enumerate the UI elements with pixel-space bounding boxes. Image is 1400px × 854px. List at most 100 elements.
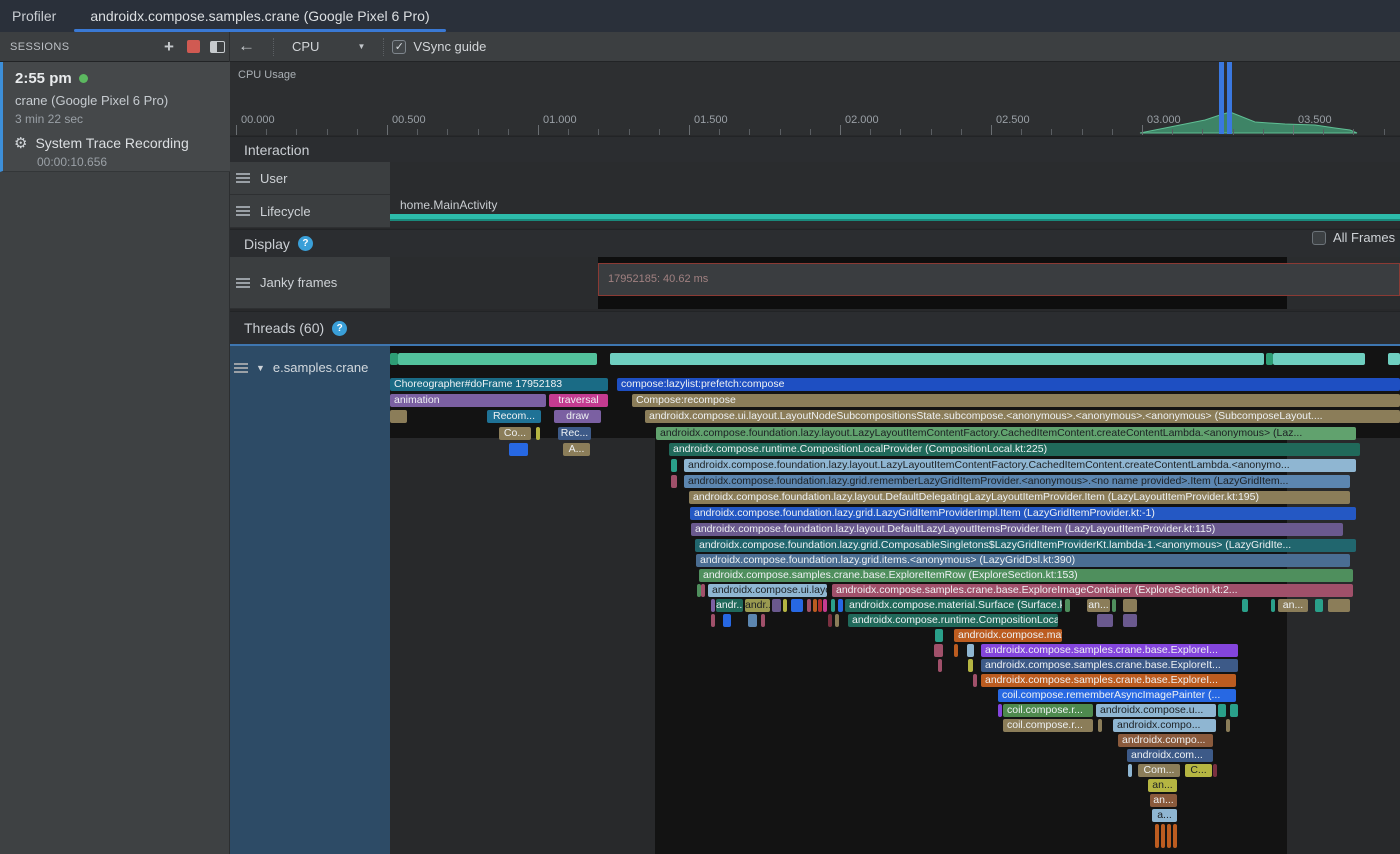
- trace-span[interactable]: [818, 599, 822, 612]
- trace-span[interactable]: coil.compose.r...: [1003, 719, 1093, 732]
- trace-span[interactable]: compose:lazylist:prefetch:compose: [617, 378, 1400, 391]
- stop-recording-button[interactable]: [181, 35, 205, 59]
- trace-span[interactable]: [1065, 599, 1070, 612]
- trace-span[interactable]: androidx.compose.foundation.lazy.layout.…: [656, 427, 1356, 440]
- janky-frames-track-label[interactable]: Janky frames: [230, 257, 390, 309]
- trace-span[interactable]: Compose:recompose: [632, 394, 1400, 407]
- trace-span[interactable]: [1388, 353, 1400, 365]
- trace-span[interactable]: [1213, 764, 1217, 777]
- trace-span[interactable]: androidx.compose.u...: [1096, 704, 1216, 717]
- flame-chart[interactable]: Choreographer#doFrame 17952183 compose:la…: [390, 346, 1400, 854]
- trace-span[interactable]: traversal: [549, 394, 608, 407]
- trace-span[interactable]: [967, 644, 974, 657]
- trace-span[interactable]: androidx.compose.samples.crane.base.Expl…: [981, 659, 1238, 672]
- vsync-guide-toggle[interactable]: ✓ VSync guide: [392, 39, 486, 54]
- trace-span[interactable]: Co...: [499, 427, 531, 440]
- trace-span[interactable]: Rec...: [558, 427, 591, 440]
- trace-span[interactable]: [1128, 764, 1132, 777]
- trace-span[interactable]: [1266, 353, 1273, 365]
- trace-span[interactable]: [1112, 599, 1116, 612]
- trace-span[interactable]: [813, 599, 817, 612]
- help-icon[interactable]: ?: [298, 236, 313, 251]
- trace-span[interactable]: [1167, 824, 1171, 848]
- trace-span[interactable]: [968, 659, 973, 672]
- drag-handle-icon[interactable]: [236, 278, 250, 288]
- trace-span[interactable]: an...: [1150, 794, 1177, 807]
- trace-span[interactable]: Choreographer#doFrame 17952183: [390, 378, 608, 391]
- trace-span[interactable]: [838, 599, 843, 612]
- trace-span[interactable]: [783, 599, 787, 612]
- trace-span[interactable]: [831, 599, 835, 612]
- trace-span[interactable]: androidx.compose.ui.layout.LayoutNodeSub…: [645, 410, 1400, 423]
- trace-span[interactable]: coil.compose.rememberAsyncImagePainter (…: [998, 689, 1236, 702]
- trace-span[interactable]: androidx.compose.samples.crane.base.Expl…: [832, 584, 1353, 597]
- trace-span[interactable]: [509, 443, 528, 456]
- trace-span[interactable]: androidx.compose.samples.crane.base.Expl…: [981, 674, 1236, 687]
- thread-row-label[interactable]: ▼ e.samples.crane: [230, 346, 390, 854]
- all-frames-toggle[interactable]: ✓ All Frames: [1312, 230, 1395, 245]
- lifecycle-activity-bar[interactable]: [390, 214, 1400, 221]
- trace-span[interactable]: [711, 614, 715, 627]
- trace-span[interactable]: an...: [1087, 599, 1110, 612]
- trace-span[interactable]: [748, 614, 757, 627]
- trace-span[interactable]: [711, 599, 715, 612]
- trace-span[interactable]: [536, 427, 540, 440]
- trace-span[interactable]: [1155, 824, 1159, 848]
- trace-span[interactable]: androidx.compose.foundation.lazy.grid.Co…: [695, 539, 1356, 552]
- trace-span[interactable]: [390, 410, 407, 423]
- trace-span[interactable]: [671, 459, 677, 472]
- trace-span[interactable]: androidx.compose.foundation.lazy.grid.La…: [690, 507, 1356, 520]
- trace-span[interactable]: coil.compose.r...: [1003, 704, 1093, 717]
- trace-span[interactable]: draw: [554, 410, 601, 423]
- trace-span[interactable]: Com...: [1138, 764, 1180, 777]
- trace-span[interactable]: [935, 629, 943, 642]
- trace-span[interactable]: A...: [563, 443, 590, 456]
- trace-span[interactable]: [807, 599, 811, 612]
- add-session-button[interactable]: +: [157, 35, 181, 59]
- cpu-usage-track[interactable]: CPU Usage 00.00000.50001.00001.50002.000…: [230, 62, 1400, 135]
- trace-span[interactable]: [761, 614, 765, 627]
- trace-span[interactable]: androidx.compose.ui.layout.m...: [708, 584, 827, 597]
- trace-span[interactable]: [723, 614, 731, 627]
- trace-span[interactable]: [1218, 704, 1226, 717]
- trace-span[interactable]: [828, 614, 832, 627]
- trace-span[interactable]: androidx.compo...: [1118, 734, 1213, 747]
- trace-span[interactable]: [1271, 599, 1275, 612]
- trace-span[interactable]: [973, 674, 977, 687]
- trace-span[interactable]: Recom...: [487, 410, 541, 423]
- trace-span[interactable]: [1098, 719, 1102, 732]
- trace-span[interactable]: androidx.compose.foundation.lazy.layout.…: [684, 459, 1356, 472]
- trace-span[interactable]: an...: [1148, 779, 1177, 792]
- trace-span[interactable]: [1173, 824, 1177, 848]
- trace-span[interactable]: androidx.compose.material.Surface (Surfa…: [845, 599, 1062, 612]
- drag-handle-icon[interactable]: [236, 206, 250, 216]
- trace-span[interactable]: [1226, 719, 1230, 732]
- lifecycle-track-label[interactable]: Lifecycle: [230, 195, 390, 228]
- trace-span[interactable]: [938, 659, 942, 672]
- trace-span[interactable]: an...: [1278, 599, 1308, 612]
- trace-span[interactable]: androidx.compose.samples.crane.base.Expl…: [699, 569, 1353, 582]
- lifecycle-track[interactable]: home.MainActivity: [390, 195, 1400, 228]
- trace-span[interactable]: [1242, 599, 1248, 612]
- user-track-label[interactable]: User: [230, 162, 390, 195]
- trace-span[interactable]: andr...: [716, 599, 743, 612]
- back-button[interactable]: ←: [230, 36, 265, 58]
- janky-frame-bar[interactable]: 17952185: 40.62 ms: [598, 263, 1400, 296]
- trace-span[interactable]: [1123, 599, 1137, 612]
- trace-span[interactable]: androidx.compose.foundation.lazy.grid.it…: [696, 554, 1350, 567]
- trace-span[interactable]: [998, 704, 1002, 717]
- trace-span[interactable]: [791, 599, 803, 612]
- collapse-panel-button[interactable]: [205, 35, 229, 59]
- trace-span[interactable]: [954, 644, 958, 657]
- trace-span[interactable]: androidx.compose.runtime.CompositionLoca…: [848, 614, 1058, 627]
- trace-span[interactable]: [835, 614, 839, 627]
- trace-span[interactable]: andr...: [745, 599, 770, 612]
- vsync-checkbox[interactable]: ✓: [392, 40, 406, 54]
- trace-span[interactable]: [1097, 614, 1113, 627]
- trace-span[interactable]: [701, 584, 705, 597]
- trace-span[interactable]: androidx.compose.foundation.lazy.grid.re…: [684, 475, 1350, 488]
- trace-span[interactable]: animation: [390, 394, 546, 407]
- trace-span[interactable]: [934, 644, 943, 657]
- user-track[interactable]: [390, 162, 1400, 195]
- trace-span[interactable]: androidx.compose.samples.crane.base.Expl…: [981, 644, 1238, 657]
